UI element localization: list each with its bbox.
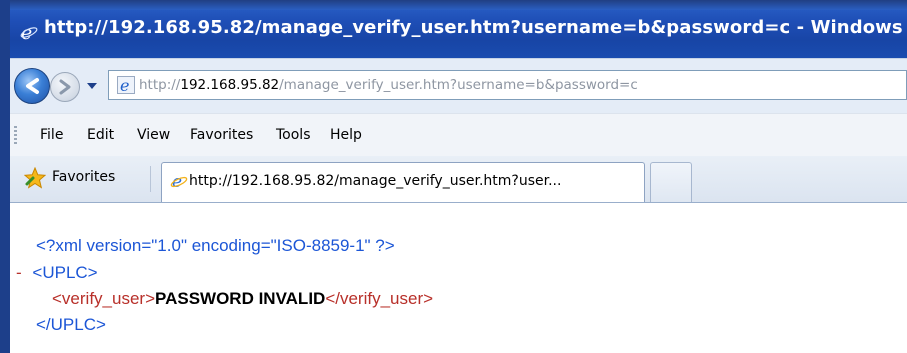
xml-root-open-tag: <UPLC> [32, 263, 98, 282]
xml-root-close-tag: </UPLC> [36, 315, 106, 334]
title-bar-top-strip [10, 0, 907, 10]
back-button[interactable] [14, 68, 50, 104]
address-url: http://192.168.95.82/manage_verify_user.… [139, 77, 638, 93]
svg-text:e: e [120, 76, 129, 94]
navigation-bar: e http://192.168.95.82/manage_verify_use… [10, 58, 907, 114]
tab-ie-icon: e [170, 172, 188, 190]
tab-divider [150, 166, 151, 192]
title-bar: e http://192.168.95.82/manage_verify_use… [10, 0, 907, 58]
xml-child-close-tag: </verify_user> [325, 289, 434, 308]
xml-child-line: <verify_user>PASSWORD INVALID</verify_us… [52, 289, 433, 309]
address-bar[interactable]: e http://192.168.95.82/manage_verify_use… [108, 70, 907, 100]
tab-bar: Favorites e http://192.168.95.82/manage_… [10, 156, 907, 203]
favorites-button[interactable]: Favorites [52, 169, 115, 185]
back-arrow-icon [26, 78, 39, 94]
menu-file[interactable]: File [40, 127, 63, 143]
ie-icon: e [20, 23, 38, 41]
xml-child-open-tag: <verify_user> [52, 289, 155, 308]
recent-pages-dropdown-icon[interactable] [86, 81, 98, 91]
favorites-star-icon[interactable] [24, 167, 46, 189]
collapse-toggle[interactable]: - [16, 263, 22, 282]
tab-active[interactable]: e http://192.168.95.82/manage_verify_use… [161, 162, 645, 202]
menu-view[interactable]: View [137, 127, 170, 143]
window-left-frame [0, 0, 10, 353]
menu-favorites[interactable]: Favorites [190, 127, 253, 143]
window-title: http://192.168.95.82/manage_verify_user.… [44, 17, 903, 38]
menu-tools[interactable]: Tools [276, 127, 311, 143]
menu-help[interactable]: Help [330, 127, 362, 143]
tab-active-label: http://192.168.95.82/manage_verify_user.… [189, 173, 562, 189]
new-tab-button[interactable] [650, 162, 692, 202]
address-url-path: /manage_verify_user.htm?username=b&passw… [279, 77, 638, 93]
menu-bar: File Edit View Favorites Tools Help [10, 113, 907, 158]
forward-arrow-icon [59, 79, 71, 95]
menu-edit[interactable]: Edit [87, 127, 114, 143]
xml-root-open-line: - <UPLC> [16, 263, 98, 283]
page-content: <?xml version="1.0" encoding="ISO-8859-1… [10, 203, 907, 353]
svg-text:e: e [21, 23, 32, 41]
xml-declaration: <?xml version="1.0" encoding="ISO-8859-1… [36, 236, 395, 255]
xml-child-value: PASSWORD INVALID [155, 289, 326, 308]
forward-button[interactable] [50, 72, 80, 102]
address-url-prefix: http:// [139, 77, 181, 93]
page-ie-icon: e [117, 76, 135, 94]
address-url-host: 192.168.95.82 [180, 77, 280, 93]
menu-grip[interactable] [14, 126, 17, 146]
